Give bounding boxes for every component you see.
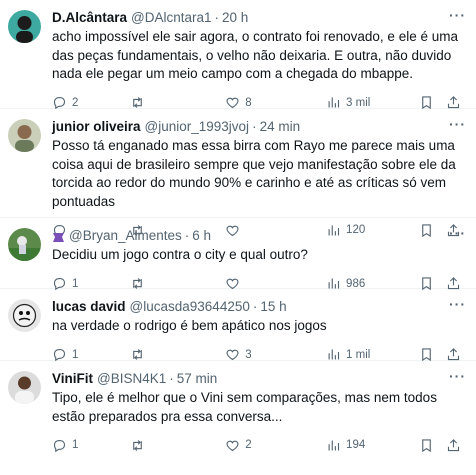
reply-icon [53, 348, 66, 362]
team-badge-icon [52, 230, 65, 242]
tweet-text: acho impossível ele sair agora, o contra… [52, 29, 458, 81]
like-button[interactable]: 8 [225, 95, 326, 110]
display-name[interactable]: lucas david [52, 298, 126, 315]
share-icon [448, 438, 460, 451]
tweet[interactable]: junior oliveira @junior_1993jvoj · 24 mi… [0, 109, 476, 237]
share-button[interactable] [446, 95, 466, 110]
bookmark-button[interactable] [419, 347, 446, 362]
user-handle[interactable]: @BISN4K1 [97, 370, 166, 387]
display-name[interactable]: ViniFit [52, 370, 93, 387]
share-button[interactable] [446, 347, 466, 362]
bookmark-icon [422, 96, 431, 110]
bookmark-button[interactable] [419, 438, 446, 453]
view-count: 1 mil [346, 348, 371, 361]
view-count: 986 [346, 277, 366, 290]
display-name[interactable]: junior oliveira [52, 118, 141, 135]
views-button[interactable]: 1 mil [326, 347, 419, 362]
views-icon [328, 349, 340, 360]
like-button[interactable]: 3 [225, 347, 326, 362]
separator-dot: · [252, 119, 257, 134]
tweet-text: Posso tá enganado mas essa birra com Ray… [52, 138, 456, 209]
tweet-text: Decidiu um jogo contra o city e qual out… [52, 247, 308, 262]
user-handle[interactable]: @junior_1993jvoj [145, 118, 250, 135]
tweet[interactable]: D.Alcântara @DAlcntara1 · 20 h ··· acho … [0, 0, 476, 110]
reply-button[interactable]: 2 [52, 95, 130, 110]
share-icon [448, 348, 460, 361]
bookmark-button[interactable] [419, 95, 446, 110]
bookmark-icon [422, 438, 431, 452]
timestamp[interactable]: 57 min [177, 370, 218, 387]
reply-count: 1 [72, 439, 79, 451]
retweet-icon [133, 439, 143, 451]
retweet-icon [133, 97, 143, 108]
like-icon [226, 440, 239, 451]
share-icon [448, 96, 460, 109]
tweet[interactable]: @Bryan_Almentes · 6 h ··· Decidiu um jog… [0, 218, 476, 291]
avatar[interactable] [8, 371, 41, 404]
avatar[interactable] [8, 119, 41, 152]
like-button[interactable]: 2 [225, 438, 326, 453]
timestamp[interactable]: 15 h [260, 298, 286, 315]
timestamp[interactable]: 24 min [260, 118, 301, 135]
reply-count: 2 [72, 96, 79, 109]
like-icon [226, 97, 239, 109]
tweet-text: Tipo, ele é melhor que o Vini sem compar… [52, 390, 437, 424]
views-icon [328, 97, 340, 108]
reply-icon [53, 439, 66, 452]
avatar[interactable] [8, 299, 41, 332]
views-icon [328, 440, 340, 450]
user-handle[interactable]: @DAlcntara1 [131, 9, 212, 26]
retweet-button[interactable] [130, 95, 225, 110]
timestamp[interactable]: 20 h [222, 9, 248, 26]
like-count: 8 [245, 96, 252, 109]
views-button[interactable]: 3 mil [326, 95, 419, 110]
user-handle[interactable]: @lucasda93644250 [130, 298, 250, 315]
separator-dot: · [184, 228, 190, 243]
more-icon[interactable]: ··· [449, 116, 466, 132]
tweet[interactable]: ViniFit @BISN4K1 · 57 min ··· Tipo, ele … [0, 361, 476, 475]
tweet-text: na verdade o rodrigo é bem apático nos j… [52, 318, 327, 333]
like-icon [226, 349, 239, 361]
retweet-icon [133, 349, 143, 360]
more-icon[interactable]: ··· [449, 368, 466, 384]
timestamp[interactable]: 6 h [192, 227, 211, 244]
more-icon[interactable]: ··· [449, 7, 466, 23]
reply-count: 1 [72, 348, 79, 361]
action-bar: 1 2 194 [52, 430, 466, 460]
separator-dot: · [169, 371, 174, 386]
reply-button[interactable]: 1 [52, 347, 130, 362]
more-icon[interactable]: ··· [449, 225, 466, 241]
like-count: 3 [245, 348, 252, 361]
share-button[interactable] [446, 438, 466, 453]
views-button[interactable]: 194 [326, 438, 419, 453]
separator-dot: · [214, 10, 220, 25]
reply-icon [53, 96, 66, 110]
reply-button[interactable]: 1 [52, 438, 130, 453]
avatar[interactable] [8, 10, 41, 43]
reply-count: 1 [72, 277, 79, 290]
tweet[interactable]: lucas david @lucasda93644250 · 15 h ··· … [0, 289, 476, 362]
retweet-button[interactable] [130, 438, 225, 453]
display-name[interactable]: D.Alcântara [52, 9, 127, 26]
like-count: 2 [245, 439, 252, 451]
more-icon[interactable]: ··· [449, 296, 466, 312]
view-count: 3 mil [346, 96, 371, 109]
bookmark-icon [422, 348, 431, 362]
view-count: 194 [346, 439, 366, 451]
avatar[interactable] [8, 228, 41, 261]
separator-dot: · [252, 299, 258, 314]
retweet-button[interactable] [130, 347, 225, 362]
user-handle[interactable]: @Bryan_Almentes [69, 227, 182, 244]
